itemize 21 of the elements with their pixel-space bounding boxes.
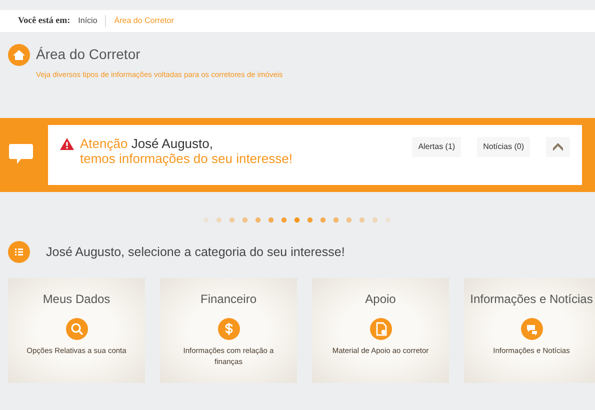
search-icon xyxy=(66,318,88,340)
list-icon xyxy=(8,241,30,264)
alert-message: Atenção José Augusto, xyxy=(80,137,214,152)
dollar-icon xyxy=(218,318,240,340)
home-icon xyxy=(8,44,30,66)
page-title: Área do Corretor xyxy=(36,45,142,64)
card-title: Meus Dados xyxy=(42,291,112,308)
document-icon xyxy=(370,318,392,340)
section-heading: José Augusto, selecione a categoria do seu interesse! xyxy=(46,244,345,261)
collapse-button[interactable] xyxy=(546,137,570,158)
chat-icon xyxy=(520,318,542,340)
card-title: Apoio xyxy=(364,291,397,308)
alert-button[interactable]: Alertas (1) xyxy=(412,137,462,158)
alert-button[interactable]: Notícias (0) xyxy=(477,137,530,158)
breadcrumb-label: Você está em: xyxy=(18,14,70,28)
alert-detail: temos informações do seu interesse! xyxy=(80,152,292,166)
warning-icon xyxy=(60,138,74,150)
card-title: Informações e Notícias xyxy=(469,291,594,308)
breadcrumb-link[interactable]: Início xyxy=(78,15,98,27)
card-title: Financeiro xyxy=(199,291,258,308)
chevron-up-icon xyxy=(552,141,564,154)
